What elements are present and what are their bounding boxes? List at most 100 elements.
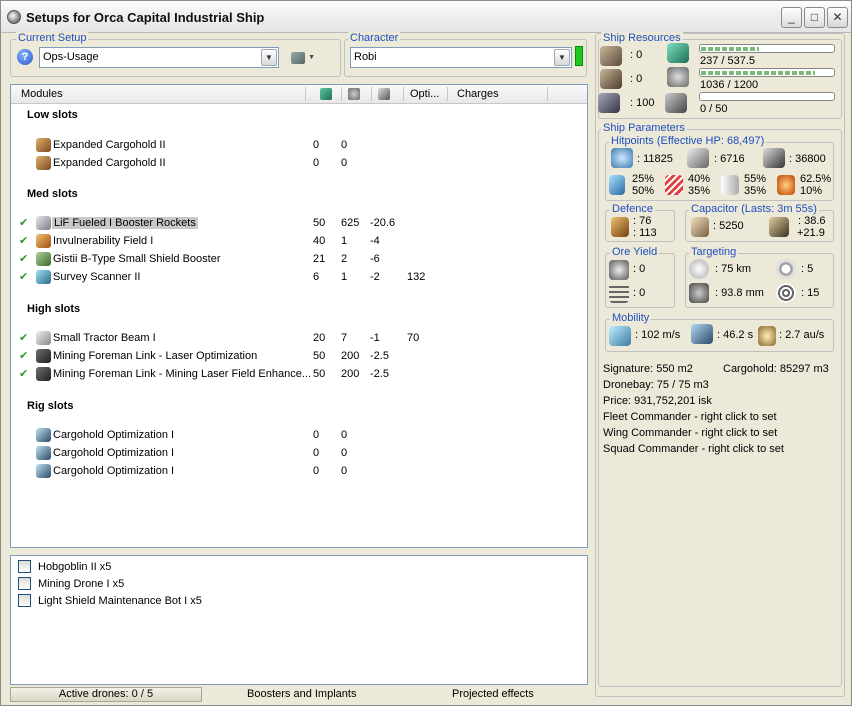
col-optimal[interactable]: Opti... <box>410 88 439 100</box>
cpu-bar-fill <box>701 47 760 51</box>
maximize-button[interactable]: □ <box>804 7 825 28</box>
online-check-icon[interactable]: ✔ <box>19 252 28 265</box>
calibration: : 100 <box>630 97 655 109</box>
dronebay-icon <box>665 93 687 113</box>
online-check-icon[interactable]: ✔ <box>19 234 28 247</box>
chevron-down-icon[interactable]: ▼ <box>554 49 570 66</box>
online-check-icon[interactable]: ✔ <box>19 270 28 283</box>
module-name: Cargohold Optimization I <box>53 429 175 441</box>
squad-commander-text[interactable]: Squad Commander - right click to set <box>603 443 784 455</box>
online-check-icon[interactable]: ✔ <box>19 367 28 380</box>
setup-select-value: Ops-Usage <box>43 51 99 63</box>
thermal-resist-icon <box>665 175 683 195</box>
module-row[interactable]: Cargohold Optimization I 0 0 <box>11 463 591 481</box>
align-time: : 46.2 s <box>717 329 754 341</box>
cap-value-b: +21.9 <box>797 227 825 239</box>
module-row[interactable]: Cargohold Optimization I 0 0 <box>11 427 591 445</box>
setup-tools-menu[interactable]: ▼ <box>291 49 323 67</box>
capacitor-col-icon[interactable] <box>378 88 390 100</box>
module-powergrid: 0 <box>341 465 348 477</box>
close-button[interactable]: ✕ <box>827 7 848 28</box>
signature-text: Signature: 550 m2 <box>603 363 693 375</box>
tools-icon <box>291 52 305 65</box>
module-row[interactable]: ✔ Mining Foreman Link - Laser Optimizati… <box>11 348 591 366</box>
active-drones-tab[interactable]: Active drones: 0 / 5 <box>10 687 202 702</box>
chevron-down-icon[interactable]: ▼ <box>261 49 277 66</box>
drone-checkbox[interactable] <box>18 594 31 607</box>
module-row[interactable]: ✔ LiF Fueled I Booster Rockets 50 625 -2… <box>11 215 591 233</box>
module-row[interactable]: ✔ Mining Foreman Link - Mining Laser Fie… <box>11 366 591 384</box>
drone-checkbox[interactable] <box>18 560 31 573</box>
defence-value-b: : 113 <box>633 227 657 239</box>
boosters-tab[interactable]: Boosters and Implants <box>247 688 356 700</box>
projected-effects-tab[interactable]: Projected effects <box>452 688 534 700</box>
drone-mining-icon <box>609 283 629 303</box>
kinetic-resist-icon <box>721 175 739 195</box>
fleet-commander-text[interactable]: Fleet Commander - right click to set <box>603 411 777 423</box>
explosive-resist-icon <box>777 175 795 195</box>
module-optimal: 132 <box>407 271 426 283</box>
shield-booster-icon <box>36 252 51 266</box>
powergrid-col-icon[interactable] <box>348 88 360 100</box>
dronebay-bar <box>699 92 835 101</box>
sensor-strength-icon <box>776 283 796 303</box>
module-name: Cargohold Optimization I <box>53 447 175 459</box>
help-icon[interactable]: ? <box>17 49 33 65</box>
powergrid-icon <box>667 67 689 87</box>
title-bar[interactable]: Setups for Orca Capital Industrial Ship … <box>1 1 851 33</box>
calibration-icon <box>598 93 620 113</box>
online-check-icon[interactable]: ✔ <box>19 216 28 229</box>
cpu-icon <box>667 43 689 63</box>
dronebay-value: 0 / 50 <box>700 103 728 115</box>
ore-yield-legend: Ore Yield <box>610 246 660 258</box>
drones-panel[interactable]: Hobgoblin II x5 Mining Drone I x5 Light … <box>10 555 588 685</box>
online-check-icon[interactable]: ✔ <box>19 331 28 344</box>
module-row[interactable]: ✔ Survey Scanner II 6 1 -2 132 <box>11 269 591 287</box>
cargohold-text: Cargohold: 85297 m3 <box>723 363 829 375</box>
module-cpu: 6 <box>313 271 320 283</box>
module-name: Expanded Cargohold II <box>53 139 166 151</box>
powergrid-value: 1036 / 1200 <box>700 79 759 91</box>
section-med-slots: Med slots <box>27 188 78 200</box>
col-charges[interactable]: Charges <box>457 88 499 100</box>
capacitor-icon <box>691 217 709 237</box>
cpu-col-icon[interactable] <box>320 88 332 100</box>
ore-yield-a: : 0 <box>633 263 646 275</box>
module-row[interactable]: ✔ Invulnerability Field I 40 1 -4 <box>11 233 591 251</box>
current-setup-legend: Current Setup <box>16 32 89 44</box>
shield-hp: : 11825 <box>637 153 673 165</box>
module-powergrid: 625 <box>341 217 360 229</box>
character-status-indicator <box>575 46 583 66</box>
module-cpu: 0 <box>313 429 320 441</box>
shield-field-icon <box>36 234 51 248</box>
module-powergrid: 200 <box>341 368 360 380</box>
module-powergrid: 1 <box>341 271 348 283</box>
module-powergrid: 200 <box>341 350 360 362</box>
online-check-icon[interactable]: ✔ <box>19 349 28 362</box>
character-select[interactable]: Robi ▼ <box>350 47 572 68</box>
launcher-hardpoints: : 0 <box>630 73 643 85</box>
defence-value-a: : 76 <box>633 215 652 227</box>
module-row[interactable]: ✔ Gistii B-Type Small Shield Booster 21 … <box>11 251 591 269</box>
module-capacitor: -2.5 <box>370 368 389 380</box>
module-name: Cargohold Optimization I <box>53 465 175 477</box>
max-targets-icon <box>776 259 796 279</box>
col-modules[interactable]: Modules <box>21 88 63 100</box>
module-row[interactable]: ✔ Small Tractor Beam I 20 7 -1 70 <box>11 330 591 348</box>
drone-checkbox[interactable] <box>18 577 31 590</box>
module-name: LiF Fueled I Booster Rockets <box>52 217 198 229</box>
wing-commander-text[interactable]: Wing Commander - right click to set <box>603 427 777 439</box>
setup-select[interactable]: Ops-Usage ▼ <box>39 47 279 68</box>
modules-header: Modules Opti... Charges <box>11 85 587 104</box>
minimize-button[interactable]: _ <box>781 7 802 28</box>
module-row[interactable]: Expanded Cargohold II 0 0 <box>11 137 591 155</box>
max-speed: : 102 m/s <box>635 329 681 341</box>
capacitor-capacity: : 5250 <box>713 220 744 232</box>
target-range: : 75 km <box>715 263 752 275</box>
warp-speed-icon <box>758 326 776 346</box>
module-row[interactable]: Cargohold Optimization I 0 0 <box>11 445 591 463</box>
module-cpu: 0 <box>313 465 320 477</box>
turret-hardpoints: : 0 <box>630 49 643 61</box>
modules-panel[interactable]: Modules Opti... Charges Low slots Expand… <box>10 84 588 548</box>
module-row[interactable]: Expanded Cargohold II 0 0 <box>11 155 591 173</box>
